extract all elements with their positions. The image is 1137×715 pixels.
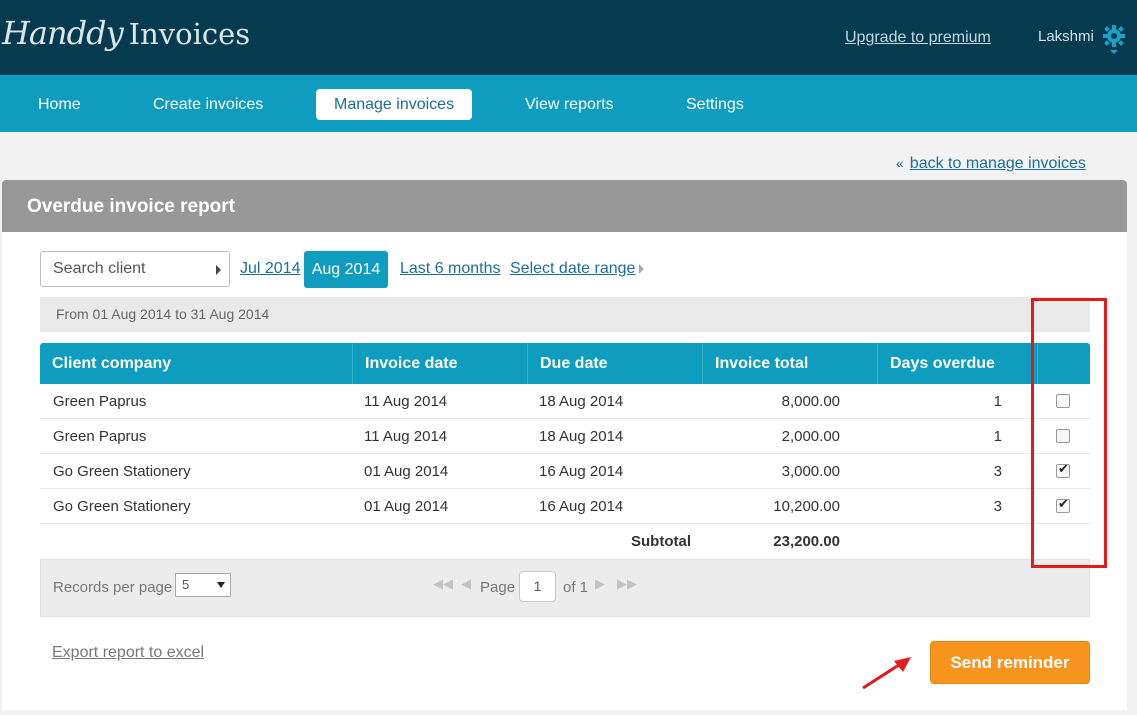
panel-header: Overdue invoice report bbox=[2, 180, 1127, 232]
cell-days-overdue: 1 bbox=[993, 393, 1002, 410]
page-title: Overdue invoice report bbox=[27, 196, 236, 217]
highlight-box bbox=[1031, 298, 1107, 568]
nav-settings[interactable]: Settings bbox=[686, 89, 744, 120]
next-page-icon[interactable]: ▶ bbox=[595, 577, 605, 592]
nav-home[interactable]: Home bbox=[38, 89, 81, 120]
records-per-page-label: Records per page bbox=[53, 579, 173, 596]
export-to-excel-link[interactable]: Export report to excel bbox=[52, 644, 204, 662]
dropdown-arrow-icon bbox=[217, 582, 225, 588]
table-row: Green Paprus 11 Aug 2014 18 Aug 2014 8,0… bbox=[40, 384, 1090, 419]
main-nav: Home Create invoices Manage invoices Vie… bbox=[0, 75, 1137, 132]
records-per-page-select[interactable]: 5 bbox=[175, 573, 231, 597]
page-count-label: of 1 bbox=[563, 579, 589, 596]
caret-right-icon bbox=[639, 264, 644, 274]
table-row: Go Green Stationery 01 Aug 2014 16 Aug 2… bbox=[40, 489, 1090, 524]
filter-jul-2014[interactable]: Jul 2014 bbox=[240, 260, 301, 278]
cell-client: Go Green Stationery bbox=[53, 463, 191, 480]
subtotal-label: Subtotal bbox=[631, 533, 691, 550]
page-label: Page bbox=[480, 579, 516, 596]
cell-days-overdue: 3 bbox=[993, 498, 1002, 515]
send-reminder-button[interactable]: Send reminder bbox=[930, 641, 1090, 684]
cell-invoice-total: 10,200.00 bbox=[773, 498, 840, 515]
report-panel: Overdue invoice report Search client Jul… bbox=[2, 180, 1127, 710]
cell-due-date: 16 Aug 2014 bbox=[539, 498, 624, 515]
cell-invoice-total: 2,000.00 bbox=[781, 428, 840, 445]
date-range-bar: From 01 Aug 2014 to 31 Aug 2014 bbox=[40, 297, 1090, 332]
table-row: Go Green Stationery 01 Aug 2014 16 Aug 2… bbox=[40, 454, 1090, 489]
logo-text: Invoices bbox=[128, 17, 251, 51]
cell-invoice-date: 11 Aug 2014 bbox=[364, 393, 448, 410]
subtotal-row: Subtotal 23,200.00 bbox=[40, 524, 1090, 559]
prev-page-icon[interactable]: ◀ bbox=[461, 577, 471, 592]
table-row: Green Paprus 11 Aug 2014 18 Aug 2014 2,0… bbox=[40, 419, 1090, 454]
cell-due-date: 18 Aug 2014 bbox=[539, 428, 624, 445]
column-header-client-company[interactable]: Client company bbox=[40, 343, 353, 384]
pagination-bar: Records per page 5 ◀◀ ◀ Page 1 of 1 ▶ ▶▶ bbox=[40, 559, 1090, 617]
page-number-input[interactable]: 1 bbox=[519, 571, 556, 602]
table-header: Client company Invoice date Due date Inv… bbox=[40, 343, 1090, 384]
filter-aug-2014[interactable]: Aug 2014 bbox=[304, 251, 388, 288]
column-header-due-date[interactable]: Due date bbox=[528, 343, 703, 384]
username[interactable]: Lakshmi bbox=[1038, 28, 1094, 45]
filter-select-date-range[interactable]: Select date range bbox=[510, 260, 635, 278]
cell-client: Green Paprus bbox=[53, 393, 147, 410]
cell-invoice-date: 01 Aug 2014 bbox=[364, 463, 449, 480]
cell-days-overdue: 1 bbox=[993, 428, 1002, 445]
first-page-icon[interactable]: ◀◀ bbox=[433, 577, 453, 592]
cell-invoice-total: 8,000.00 bbox=[781, 393, 840, 410]
cell-client: Green Paprus bbox=[53, 428, 147, 445]
cell-invoice-total: 3,000.00 bbox=[781, 463, 840, 480]
cell-due-date: 18 Aug 2014 bbox=[539, 393, 624, 410]
nav-manage-invoices[interactable]: Manage invoices bbox=[316, 89, 473, 120]
nav-create-invoices[interactable]: Create invoices bbox=[153, 89, 263, 120]
column-header-invoice-total[interactable]: Invoice total bbox=[703, 343, 878, 384]
double-chevron-left-icon: « bbox=[896, 155, 904, 171]
logo-script: Handdy bbox=[2, 14, 124, 52]
filter-last-6-months[interactable]: Last 6 months bbox=[400, 260, 501, 278]
column-header-invoice-date[interactable]: Invoice date bbox=[353, 343, 528, 384]
cell-days-overdue: 3 bbox=[993, 463, 1002, 480]
search-client-input[interactable]: Search client bbox=[40, 251, 230, 287]
cell-invoice-date: 01 Aug 2014 bbox=[364, 498, 449, 515]
last-page-icon[interactable]: ▶▶ bbox=[617, 577, 637, 592]
red-arrow-icon bbox=[862, 657, 911, 690]
back-to-manage-invoices-link[interactable]: « back to manage invoices bbox=[896, 155, 1086, 173]
cell-due-date: 16 Aug 2014 bbox=[539, 463, 624, 480]
top-bar: Handdy Invoices Upgrade to premium Lakshm… bbox=[0, 0, 1137, 75]
gear-icon[interactable] bbox=[1101, 24, 1127, 54]
upgrade-link[interactable]: Upgrade to premium bbox=[845, 29, 991, 47]
records-per-page-value: 5 bbox=[182, 577, 190, 592]
search-client-placeholder: Search client bbox=[53, 260, 146, 277]
subtotal-value: 23,200.00 bbox=[773, 533, 840, 550]
logo[interactable]: Handdy Invoices bbox=[2, 14, 250, 52]
caret-right-icon bbox=[216, 265, 221, 275]
column-header-days-overdue[interactable]: Days overdue bbox=[878, 343, 1038, 384]
cell-client: Go Green Stationery bbox=[53, 498, 191, 515]
nav-view-reports[interactable]: View reports bbox=[525, 89, 614, 120]
back-link-label: back to manage invoices bbox=[909, 155, 1086, 172]
cell-invoice-date: 11 Aug 2014 bbox=[364, 428, 448, 445]
